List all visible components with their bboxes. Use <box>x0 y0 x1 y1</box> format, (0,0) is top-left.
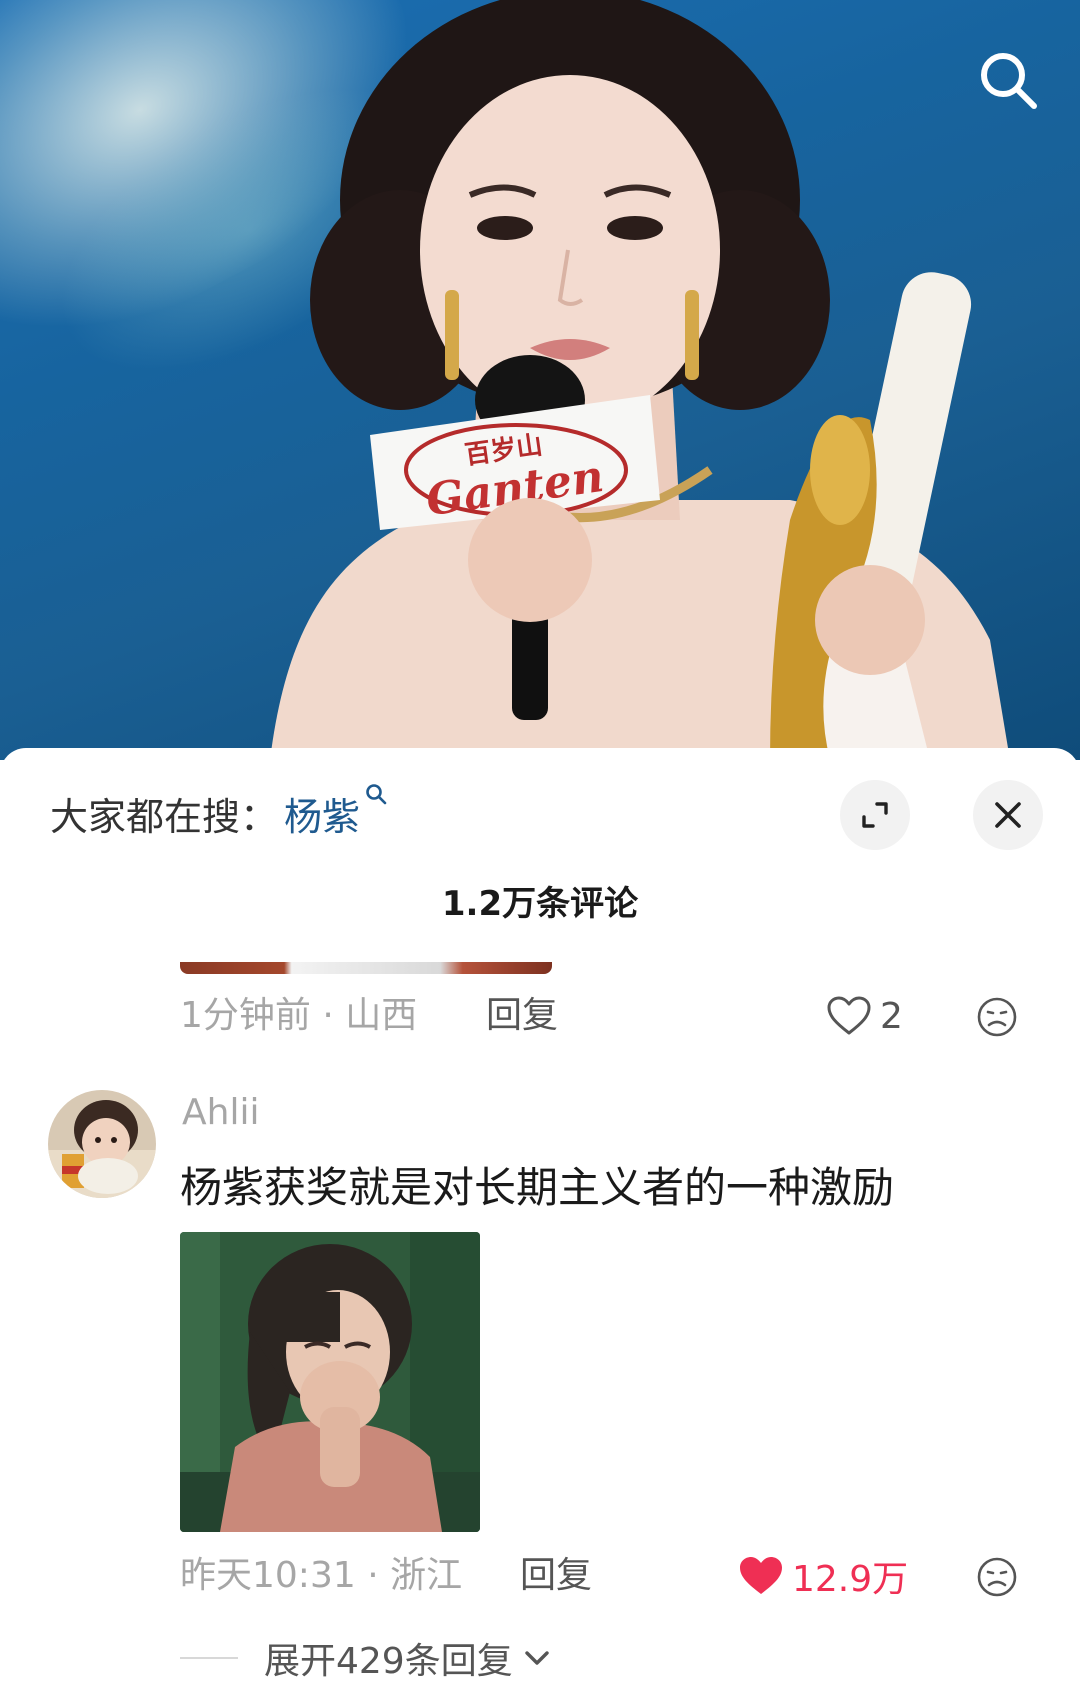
expand-replies-button[interactable]: 展开429条回复 <box>180 1630 553 1686</box>
like-button[interactable]: 12.9万 <box>738 1548 908 1604</box>
comment-meta-row: 昨天10:31 · 浙江 回复 12.9万 <box>180 1548 1040 1604</box>
chevron-down-icon <box>525 1651 549 1665</box>
hot-search-keyword: 杨紫 <box>284 794 361 839</box>
comment-sheet: 大家都在搜： 杨紫 1.2万条评论 1分钟前 · 山西 回复 2 Ahlii 杨… <box>0 748 1080 1708</box>
comment-count-title: 1.2万条评论 <box>441 884 639 924</box>
video-frame-figure: 百岁山 Ganten <box>270 0 1010 760</box>
divider-line <box>180 1657 238 1659</box>
video-player[interactable]: 百岁山 Ganten <box>0 0 1080 760</box>
like-button[interactable]: 2 <box>826 988 903 1044</box>
hot-search-prefix: 大家都在搜： <box>50 794 279 839</box>
comment-time-location: 昨天10:31 · 浙江 <box>180 1555 463 1596</box>
search-small-icon <box>366 783 387 804</box>
comment-text: 杨紫获奖就是对长期主义者的一种激励 <box>180 1163 895 1212</box>
like-count: 2 <box>880 995 903 1037</box>
heart-outline-icon <box>827 996 871 1035</box>
reply-button[interactable]: 回复 <box>486 988 558 1044</box>
video-search-button[interactable] <box>972 44 1044 116</box>
comment-time-location: 1分钟前 · 山西 <box>180 995 418 1036</box>
expand-replies-label: 展开429条回复 <box>264 1641 513 1682</box>
hot-search-keyword-link[interactable]: 杨紫 <box>284 783 388 841</box>
comment-meta-row: 1分钟前 · 山西 回复 2 <box>180 988 1040 1044</box>
like-count: 12.9万 <box>792 1559 909 1600</box>
comment-image-picture <box>180 1232 480 1532</box>
avatar-image <box>48 1090 156 1198</box>
heart-filled-icon <box>740 1557 782 1594</box>
close-icon <box>995 802 1021 828</box>
comment-image[interactable] <box>180 1232 480 1532</box>
close-sheet-button[interactable] <box>973 780 1043 850</box>
hot-search-bar: 大家都在搜： 杨紫 <box>50 783 388 841</box>
reply-button[interactable]: 回复 <box>520 1548 592 1604</box>
expand-sheet-button[interactable] <box>840 780 910 850</box>
previous-comment-image[interactable] <box>180 962 552 974</box>
expand-icon <box>862 802 888 828</box>
search-icon <box>981 53 1037 109</box>
dislike-face-icon[interactable] <box>976 996 1018 1038</box>
avatar[interactable] <box>48 1090 156 1198</box>
comment-username[interactable]: Ahlii <box>182 1092 259 1133</box>
dislike-face-icon[interactable] <box>976 1556 1018 1598</box>
